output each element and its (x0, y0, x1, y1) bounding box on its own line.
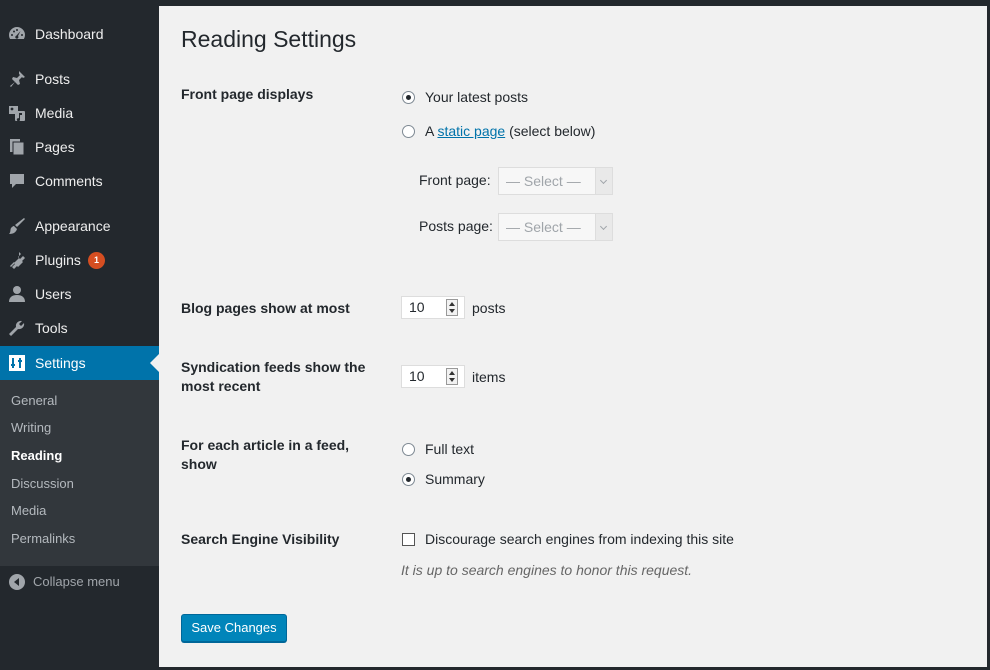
summary-radio[interactable] (402, 473, 415, 486)
posts-per-page-value: 10 (409, 299, 425, 315)
syndication-feeds-label: Syndication feeds show the most recent (181, 359, 366, 394)
sidebar-item-tools[interactable]: Tools (0, 311, 159, 345)
static-page-link[interactable]: static page (437, 123, 505, 139)
blog-pages-label: Blog pages show at most (181, 300, 350, 316)
sidebar-item-label: Pages (35, 139, 75, 155)
plug-icon (8, 251, 26, 269)
sidebar-item-dashboard[interactable]: Dashboard (0, 17, 159, 51)
feed-items-value: 10 (409, 368, 425, 384)
submenu-item-reading[interactable]: Reading (11, 446, 62, 466)
static-page-option-label[interactable]: A static page (select below) (425, 122, 595, 140)
discourage-search-checkbox[interactable] (402, 533, 415, 546)
sidebar-item-label: Plugins (35, 252, 81, 268)
summary-label[interactable]: Summary (425, 470, 485, 488)
search-visibility-hint: It is up to search engines to honor this… (401, 562, 693, 578)
posts-per-page-input[interactable]: 10 (401, 296, 465, 319)
full-text-label[interactable]: Full text (425, 440, 474, 458)
static-page-prefix: A (425, 123, 434, 139)
static-page-radio[interactable] (402, 125, 415, 138)
submenu-item-discussion[interactable]: Discussion (11, 474, 74, 494)
full-text-radio[interactable] (402, 443, 415, 456)
posts-page-select-label: Posts page: (419, 218, 493, 234)
sidebar-item-label: Comments (35, 173, 103, 189)
sidebar-item-label: Users (35, 286, 72, 302)
chevron-down-icon (595, 168, 612, 194)
admin-sidebar: Dashboard Posts Media Pages Comments App… (0, 6, 159, 670)
latest-posts-label[interactable]: Your latest posts (425, 88, 528, 106)
submenu-item-general[interactable]: General (11, 391, 57, 411)
brush-icon (8, 217, 26, 235)
posts-page-select-value: — Select — (506, 219, 581, 235)
posts-per-page-stepper[interactable] (446, 299, 458, 316)
plugin-update-count-badge: 1 (88, 252, 105, 269)
page-title: Reading Settings (181, 26, 357, 52)
sidebar-item-label: Media (35, 105, 74, 121)
sidebar-item-plugins[interactable]: Plugins 1 (0, 243, 159, 277)
static-page-suffix: (select below) (509, 123, 596, 139)
feed-items-input[interactable]: 10 (401, 365, 465, 388)
wrench-icon (8, 319, 26, 337)
chevron-down-icon (595, 214, 612, 240)
collapse-menu-label: Collapse menu (33, 574, 120, 589)
sidebar-item-label: Appearance (35, 218, 111, 234)
settings-submenu: General Writing Reading Discussion Media… (0, 380, 159, 566)
latest-posts-radio[interactable] (402, 91, 415, 104)
sidebar-item-comments[interactable]: Comments (0, 164, 159, 198)
sidebar-item-label: Settings (35, 355, 86, 371)
posts-page-select[interactable]: — Select — (498, 213, 613, 241)
sidebar-item-label: Posts (35, 71, 71, 87)
sidebar-item-appearance[interactable]: Appearance (0, 209, 159, 243)
sidebar-item-settings[interactable]: Settings (0, 346, 159, 380)
sidebar-item-media[interactable]: Media (0, 96, 159, 130)
items-unit-label: items (472, 369, 506, 385)
media-icon (8, 104, 26, 122)
save-changes-button[interactable]: Save Changes (181, 614, 287, 642)
sidebar-item-users[interactable]: Users (0, 277, 159, 311)
sidebar-item-pages[interactable]: Pages (0, 130, 159, 164)
submenu-item-writing[interactable]: Writing (11, 418, 51, 438)
front-page-displays-label: Front page displays (181, 86, 314, 102)
sidebar-item-label: Tools (35, 320, 68, 336)
feed-items-stepper[interactable] (446, 368, 458, 385)
pages-icon (8, 138, 26, 156)
comment-icon (8, 172, 26, 190)
pin-icon (8, 70, 26, 88)
settings-icon (8, 354, 26, 372)
sidebar-item-label: Dashboard (35, 26, 104, 42)
collapse-arrow-icon (8, 573, 26, 591)
user-icon (8, 285, 26, 303)
front-page-select-value: — Select — (506, 173, 581, 189)
front-page-select-label: Front page: (419, 172, 491, 188)
submenu-item-permalinks[interactable]: Permalinks (11, 529, 75, 549)
discourage-search-label[interactable]: Discourage search engines from indexing … (425, 530, 734, 548)
sidebar-item-posts[interactable]: Posts (0, 62, 159, 96)
posts-unit-label: posts (472, 300, 506, 316)
dashboard-icon (8, 25, 26, 43)
article-feed-label: For each article in a feed, show (181, 437, 350, 472)
settings-content: Reading Settings Front page displays You… (159, 6, 987, 667)
front-page-select[interactable]: — Select — (498, 167, 613, 195)
search-visibility-label: Search Engine Visibility (181, 531, 340, 547)
submenu-item-media[interactable]: Media (11, 501, 46, 521)
